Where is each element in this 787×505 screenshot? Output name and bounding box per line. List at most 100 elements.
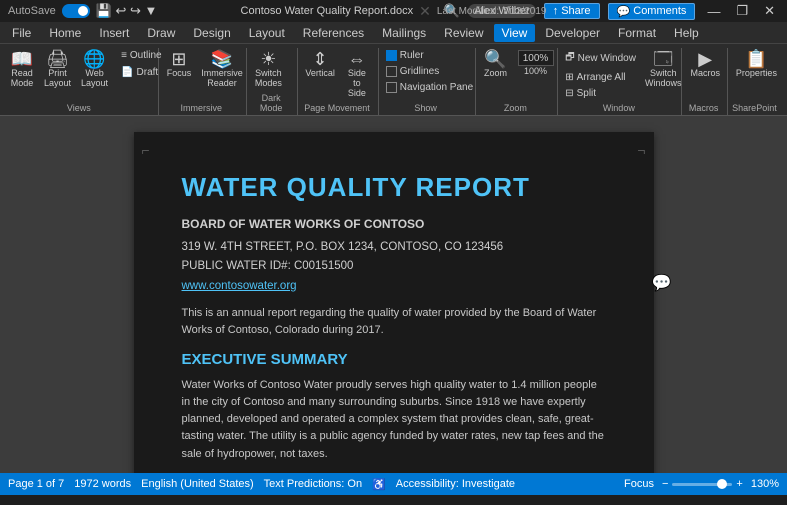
menu-draw[interactable]: Draw [139,24,183,42]
executive-para1: Water Works of Contoso Water proudly ser… [182,377,606,462]
menu-mailings[interactable]: Mailings [374,24,434,42]
document-page[interactable]: ⌐ ¬ WATER QUALITY REPORT BOARD OF WATER … [134,132,654,473]
vertical-icon: ⇕ [313,50,328,68]
minimize-button[interactable]: — [703,4,724,19]
draft-button[interactable]: 📄 Draft [118,65,165,80]
document-main-title: WATER QUALITY REPORT [182,168,606,207]
focus-button[interactable]: ⊞ Focus [163,48,196,81]
navigation-pane-checkbox[interactable]: Navigation Pane [383,80,476,95]
web-layout-icon: 🌐 [83,50,105,68]
menu-file[interactable]: File [4,24,39,42]
focus-label[interactable]: Focus [624,478,654,490]
title-bar-center: Contoso Water Quality Report.docx ✕ Last… [241,3,547,20]
window-small-buttons: 🗗 New Window ⊞ Arrange All ⊟ Split [562,48,639,101]
outline-icon: ≡ [121,50,127,61]
read-mode-button[interactable]: 📖 ReadMode [6,48,38,91]
menu-review[interactable]: Review [436,24,491,42]
menu-design[interactable]: Design [185,24,238,42]
title-bar-left: AutoSave 💾 ↩ ↪ ▼ [8,3,157,19]
comments-label: Comments [633,5,686,17]
zoom-group-label: Zoom [480,101,552,115]
menu-bar: File Home Insert Draw Design Layout Refe… [0,22,787,44]
zoom-track[interactable] [672,483,732,486]
split-icon: ⊟ [565,88,573,99]
modified-label: Last Modified: 7/12/2019 [437,6,547,17]
switch-windows-icon: 🗔 [653,50,673,68]
autosave-toggle[interactable] [62,4,90,18]
split-button[interactable]: ⊟ Split [562,86,639,101]
document-address1: 319 W. 4TH STREET, P.O. BOX 1234, CONTOS… [182,239,606,256]
vertical-button[interactable]: ⇕ Vertical [302,48,337,81]
zoom-icon: 🔍 [484,50,506,68]
macros-icon: ▶ [698,50,712,68]
print-layout-button[interactable]: 🖨 PrintLayout [40,48,75,91]
properties-icon: 📋 [745,50,767,68]
accessibility-label[interactable]: Accessibility: Investigate [396,478,515,490]
quick-access-toolbar: 💾 ↩ ↪ ▼ [96,3,158,19]
outline-draft-group: ≡ Outline 📄 Draft [118,48,165,80]
menu-help[interactable]: Help [666,24,707,42]
share-button[interactable]: ↑ Share [544,3,600,19]
menu-insert[interactable]: Insert [91,24,137,42]
close-button[interactable]: ✕ [760,3,779,19]
menu-references[interactable]: References [295,24,372,42]
outline-button[interactable]: ≡ Outline [118,48,165,63]
side-to-side-button[interactable]: ⇔ Sideto Side [340,48,374,101]
ribbon-group-immersive: ⊞ Focus 📚 ImmersiveReader Immersive [161,48,247,115]
navigation-pane-check-icon [386,82,397,93]
text-predictions[interactable]: Text Predictions: On [264,478,362,490]
zoom-percentage[interactable]: 130% [751,478,779,490]
properties-label: Properties [736,69,777,79]
close-tab-icon[interactable]: ✕ [419,3,431,20]
arrange-all-button[interactable]: ⊞ Arrange All [562,70,639,85]
document-website[interactable]: www.contosowater.org [182,278,606,295]
web-layout-button[interactable]: 🌐 WebLayout [77,48,112,91]
zoom-in-icon[interactable]: + [736,478,742,490]
ruler-checkbox[interactable]: Ruler [383,48,476,63]
macros-group-label: Macros [686,101,720,115]
macros-button[interactable]: ▶ Macros [686,48,724,81]
arrange-all-icon: ⊞ [565,72,573,83]
document-title: Contoso Water Quality Report.docx [241,5,414,17]
switch-windows-button[interactable]: 🗔 SwitchWindows [641,48,686,91]
word-count[interactable]: 1972 words [74,478,131,490]
gridlines-check-icon [386,66,397,77]
zoom-percent-button[interactable]: 100% 100% [514,48,558,79]
comment-icon[interactable]: 💬 [652,272,672,296]
zoom-out-icon[interactable]: − [662,478,668,490]
split-label: Split [577,88,596,99]
ribbon-group-window: 🗗 New Window ⊞ Arrange All ⊟ Split 🗔 Swi… [560,48,682,115]
web-layout-label: WebLayout [81,69,108,89]
menu-home[interactable]: Home [41,24,89,42]
zoom-percent-value: 100% [523,53,549,64]
gridlines-checkbox[interactable]: Gridlines [383,64,476,79]
arrange-all-label: Arrange All [577,72,626,83]
menu-format[interactable]: Format [610,24,664,42]
menu-layout[interactable]: Layout [241,24,293,42]
title-bar: AutoSave 💾 ↩ ↪ ▼ Contoso Water Quality R… [0,0,787,22]
views-group-label: Views [6,101,152,115]
focus-label: Focus [167,69,192,79]
zoom-button[interactable]: 🔍 Zoom [480,48,512,81]
switch-modes-button[interactable]: ☀ SwitchModes [251,48,286,91]
new-window-label: New Window [578,53,636,64]
side-to-side-icon: ⇔ [348,50,366,68]
language-selector[interactable]: English (United States) [141,478,254,490]
immersive-reader-button[interactable]: 📚 ImmersiveReader [197,48,247,91]
status-bar: Page 1 of 7 1972 words English (United S… [0,473,787,495]
new-window-button[interactable]: 🗗 New Window [562,48,639,69]
ribbon-group-dark-mode: ☀ SwitchModes Dark Mode [249,48,298,115]
properties-button[interactable]: 📋 Properties [732,48,781,81]
ruler-check-icon [386,50,397,61]
zoom-slider-container[interactable]: − + [662,478,743,490]
share-icon: ↑ [553,5,559,17]
comments-button[interactable]: 💬 Comments [608,3,696,20]
dark-mode-group-label: Dark Mode [251,91,291,115]
macros-label: Macros [690,69,720,79]
restore-button[interactable]: ❐ [732,3,752,19]
ribbon-group-sharepoint: 📋 Properties SharePoint [730,48,783,115]
menu-developer[interactable]: Developer [537,24,608,42]
switch-windows-label: SwitchWindows [645,69,682,89]
menu-view[interactable]: View [494,24,536,42]
focus-icon: ⊞ [171,50,186,68]
